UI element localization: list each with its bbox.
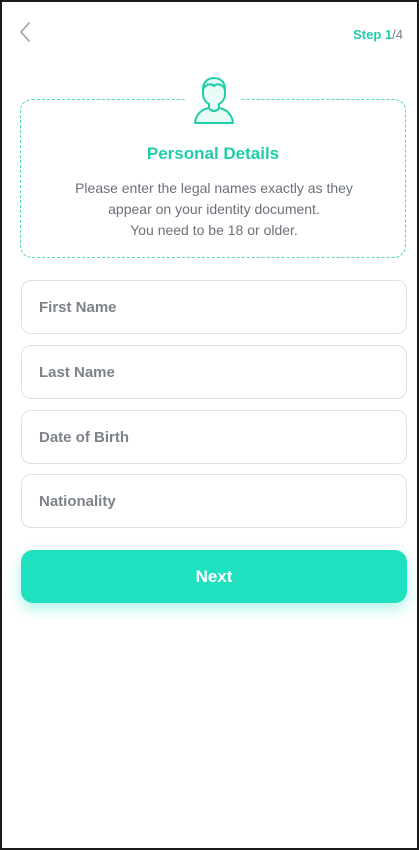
step-total: 4: [395, 27, 403, 42]
last-name-input[interactable]: [39, 346, 406, 398]
first-name-input[interactable]: [39, 281, 406, 333]
card-description-line: You need to be 18 or older.: [130, 222, 298, 238]
back-button[interactable]: [14, 21, 36, 47]
card-title: Personal Details: [146, 144, 280, 163]
first-name-field[interactable]: [21, 280, 407, 334]
user-avatar-icon: [186, 72, 242, 128]
top-bar: Step 1/4: [2, 2, 417, 68]
nationality-field[interactable]: [21, 474, 407, 528]
chevron-left-icon: [19, 21, 31, 47]
date-of-birth-field[interactable]: [21, 410, 407, 464]
card-description: Please enter the legal names exactly as …: [41, 178, 387, 241]
next-button[interactable]: Next: [21, 550, 407, 603]
last-name-field[interactable]: [21, 345, 407, 399]
card-description-line: appear on your identity document.: [108, 201, 320, 217]
step-indicator: Step 1/4: [353, 27, 403, 42]
nationality-input[interactable]: [39, 475, 406, 527]
date-of-birth-input[interactable]: [39, 411, 406, 463]
card-description-line: Please enter the legal names exactly as …: [75, 180, 353, 196]
step-word: Step: [353, 27, 382, 42]
screen: Step 1/4 Personal Details Please enter t…: [0, 0, 419, 850]
